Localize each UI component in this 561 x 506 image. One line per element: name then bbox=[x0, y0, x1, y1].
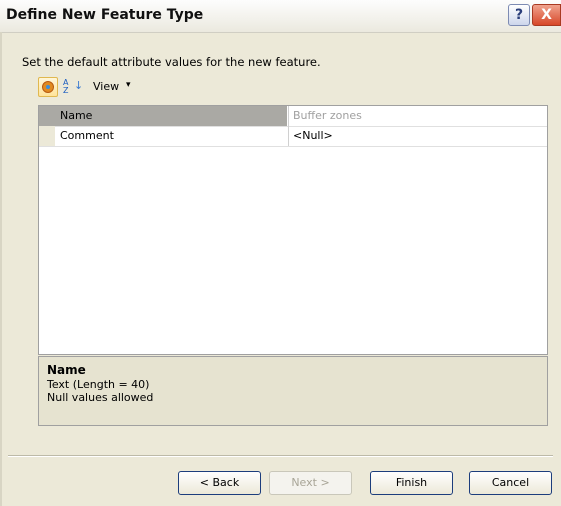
sort-alphabetical-button[interactable]: A Z ↓ bbox=[63, 77, 83, 97]
row-gutter bbox=[39, 106, 55, 126]
finish-button[interactable]: Finish bbox=[370, 471, 453, 495]
close-icon: X bbox=[541, 7, 552, 23]
help-icon: ? bbox=[514, 7, 524, 23]
cancel-button[interactable]: Cancel bbox=[469, 471, 552, 495]
instruction-text: Set the default attribute values for the… bbox=[22, 55, 321, 69]
attribute-value-cell[interactable]: Buffer zones bbox=[288, 106, 546, 126]
row-gutter bbox=[39, 126, 55, 146]
grid-row-comment[interactable]: Comment <Null> bbox=[39, 126, 547, 147]
help-button[interactable]: ? bbox=[508, 4, 530, 26]
next-button[interactable]: Next > bbox=[269, 471, 352, 495]
view-menu-button[interactable]: View bbox=[93, 80, 119, 93]
divider bbox=[8, 455, 553, 457]
title-bar: Define New Feature Type ? X bbox=[0, 0, 561, 33]
window-title: Define New Feature Type bbox=[6, 7, 204, 23]
attribute-name-cell: Comment bbox=[60, 129, 114, 142]
back-button[interactable]: < Back bbox=[178, 471, 261, 495]
attribute-value-cell[interactable]: <Null> bbox=[288, 126, 546, 146]
description-title: Name bbox=[47, 363, 86, 377]
attribute-description-panel: Name Text (Length = 40) Null values allo… bbox=[38, 356, 548, 426]
categorized-view-button[interactable] bbox=[38, 77, 58, 97]
window-border bbox=[0, 32, 2, 506]
categorized-icon bbox=[42, 81, 54, 93]
attribute-name-cell: Name bbox=[55, 106, 287, 126]
attribute-grid: Name Buffer zones Comment <Null> bbox=[38, 105, 548, 355]
description-nullable: Null values allowed bbox=[47, 391, 154, 404]
sort-az-icon: A Z ↓ bbox=[63, 78, 84, 95]
grid-row-name[interactable]: Name Buffer zones bbox=[39, 106, 547, 127]
chevron-down-icon: ▾ bbox=[126, 80, 131, 90]
close-button[interactable]: X bbox=[532, 4, 561, 26]
dialog-window: Define New Feature Type ? X Set the defa… bbox=[0, 0, 561, 506]
description-type: Text (Length = 40) bbox=[47, 378, 150, 391]
